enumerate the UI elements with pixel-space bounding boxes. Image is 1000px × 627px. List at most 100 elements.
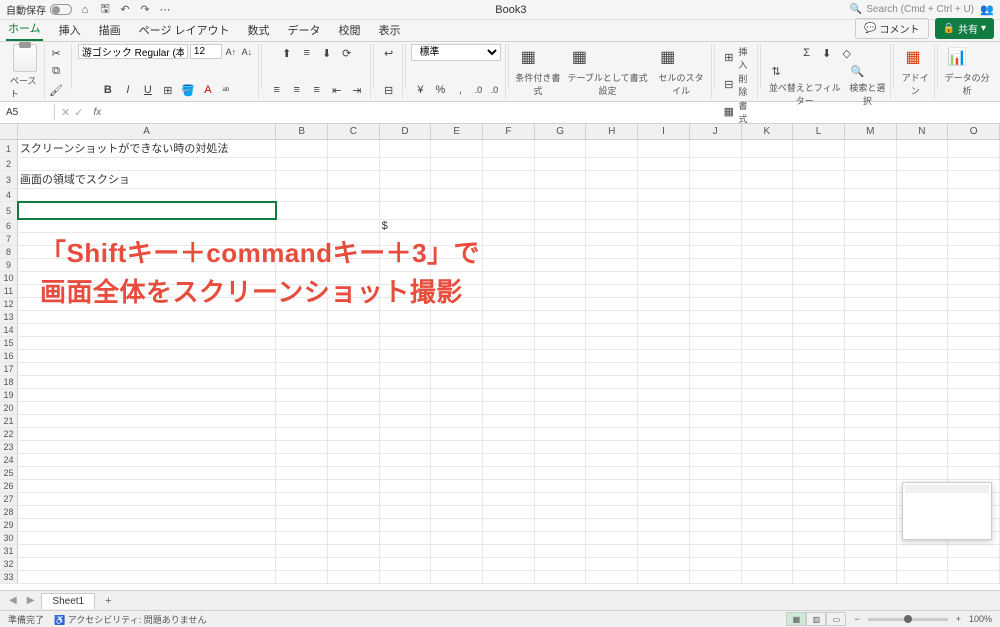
cell[interactable] — [586, 480, 638, 492]
bold-button[interactable]: B — [99, 81, 117, 99]
cell[interactable] — [483, 337, 535, 349]
cell[interactable] — [535, 519, 587, 531]
cell[interactable] — [638, 272, 690, 284]
cell[interactable] — [535, 532, 587, 544]
cell[interactable] — [638, 350, 690, 362]
cell[interactable] — [276, 272, 328, 284]
cell[interactable] — [845, 324, 897, 336]
cell[interactable] — [897, 259, 949, 271]
cell[interactable] — [431, 532, 483, 544]
cell[interactable] — [276, 246, 328, 258]
cell[interactable] — [897, 220, 949, 232]
cell[interactable] — [483, 285, 535, 297]
cell[interactable] — [742, 363, 794, 375]
add-sheet-button[interactable]: + — [99, 593, 117, 609]
cell[interactable] — [742, 311, 794, 323]
find-select-button[interactable]: 🔍検索と選択 — [848, 62, 886, 107]
cell[interactable] — [897, 246, 949, 258]
cell[interactable] — [431, 558, 483, 570]
cell[interactable] — [18, 189, 276, 201]
row-header[interactable]: 27 — [0, 493, 18, 505]
cell[interactable] — [586, 428, 638, 440]
align-top-icon[interactable]: ⬆ — [278, 44, 296, 62]
format-cells-button[interactable]: ▦書式 — [721, 98, 753, 125]
cell[interactable] — [690, 402, 742, 414]
cell[interactable] — [742, 246, 794, 258]
select-all-corner[interactable] — [0, 124, 18, 139]
view-normal-button[interactable]: ▦ — [786, 612, 806, 626]
cell[interactable] — [483, 428, 535, 440]
cell[interactable] — [948, 337, 1000, 349]
col-header[interactable]: B — [276, 124, 328, 139]
row-header[interactable]: 11 — [0, 285, 18, 297]
cell[interactable] — [793, 428, 845, 440]
cell[interactable] — [742, 376, 794, 388]
cell[interactable] — [690, 428, 742, 440]
row-header[interactable]: 26 — [0, 480, 18, 492]
align-right-icon[interactable]: ≡ — [308, 81, 326, 99]
cell[interactable] — [380, 285, 432, 297]
currency-icon[interactable]: ¥ — [411, 81, 429, 99]
cell[interactable] — [535, 202, 587, 219]
cell[interactable] — [690, 220, 742, 232]
cell[interactable] — [948, 402, 1000, 414]
cell[interactable] — [793, 402, 845, 414]
cell[interactable] — [535, 171, 587, 188]
row-header[interactable]: 21 — [0, 415, 18, 427]
cell[interactable] — [638, 441, 690, 453]
cell[interactable] — [638, 220, 690, 232]
cell[interactable] — [276, 220, 328, 232]
cell[interactable] — [638, 545, 690, 557]
cell[interactable] — [380, 158, 432, 170]
cell[interactable] — [483, 480, 535, 492]
format-table-button[interactable]: ▦テーブルとして書式設定 — [566, 44, 648, 97]
cell[interactable] — [690, 171, 742, 188]
cell[interactable] — [431, 350, 483, 362]
cell[interactable] — [328, 337, 380, 349]
cell[interactable] — [535, 454, 587, 466]
cell[interactable] — [948, 202, 1000, 219]
cell[interactable] — [431, 140, 483, 157]
cell[interactable] — [483, 454, 535, 466]
sheet-nav-next[interactable]: ▶ — [24, 595, 38, 606]
col-header[interactable]: O — [948, 124, 1000, 139]
cell[interactable] — [18, 389, 276, 401]
cell[interactable] — [328, 415, 380, 427]
cell[interactable] — [380, 140, 432, 157]
cell[interactable] — [431, 428, 483, 440]
cell[interactable] — [18, 519, 276, 531]
cell[interactable] — [638, 480, 690, 492]
row-header[interactable]: 12 — [0, 298, 18, 310]
tab-review[interactable]: 校閲 — [337, 19, 363, 41]
cell[interactable] — [897, 233, 949, 245]
cell[interactable] — [328, 220, 380, 232]
cell[interactable] — [328, 532, 380, 544]
cell[interactable] — [18, 158, 276, 170]
cell[interactable] — [535, 285, 587, 297]
cell[interactable] — [276, 428, 328, 440]
cell[interactable] — [483, 467, 535, 479]
cell[interactable] — [535, 158, 587, 170]
cell[interactable] — [690, 532, 742, 544]
cell[interactable] — [586, 298, 638, 310]
cell[interactable] — [431, 389, 483, 401]
cell[interactable] — [948, 233, 1000, 245]
cell[interactable] — [586, 493, 638, 505]
cell[interactable] — [535, 324, 587, 336]
cell[interactable] — [845, 441, 897, 453]
cell[interactable] — [18, 350, 276, 362]
cell[interactable] — [483, 324, 535, 336]
cell[interactable] — [793, 259, 845, 271]
cell[interactable] — [586, 171, 638, 188]
cell[interactable] — [483, 389, 535, 401]
cell[interactable] — [690, 467, 742, 479]
cell[interactable] — [535, 545, 587, 557]
col-header[interactable]: M — [845, 124, 897, 139]
cell[interactable] — [948, 454, 1000, 466]
cell[interactable] — [586, 415, 638, 427]
cell[interactable] — [483, 532, 535, 544]
cell[interactable] — [690, 246, 742, 258]
accept-formula-icon[interactable]: ✓ — [74, 106, 83, 119]
cell[interactable] — [793, 558, 845, 570]
analyze-button[interactable]: 📊データの分析 — [944, 44, 990, 97]
